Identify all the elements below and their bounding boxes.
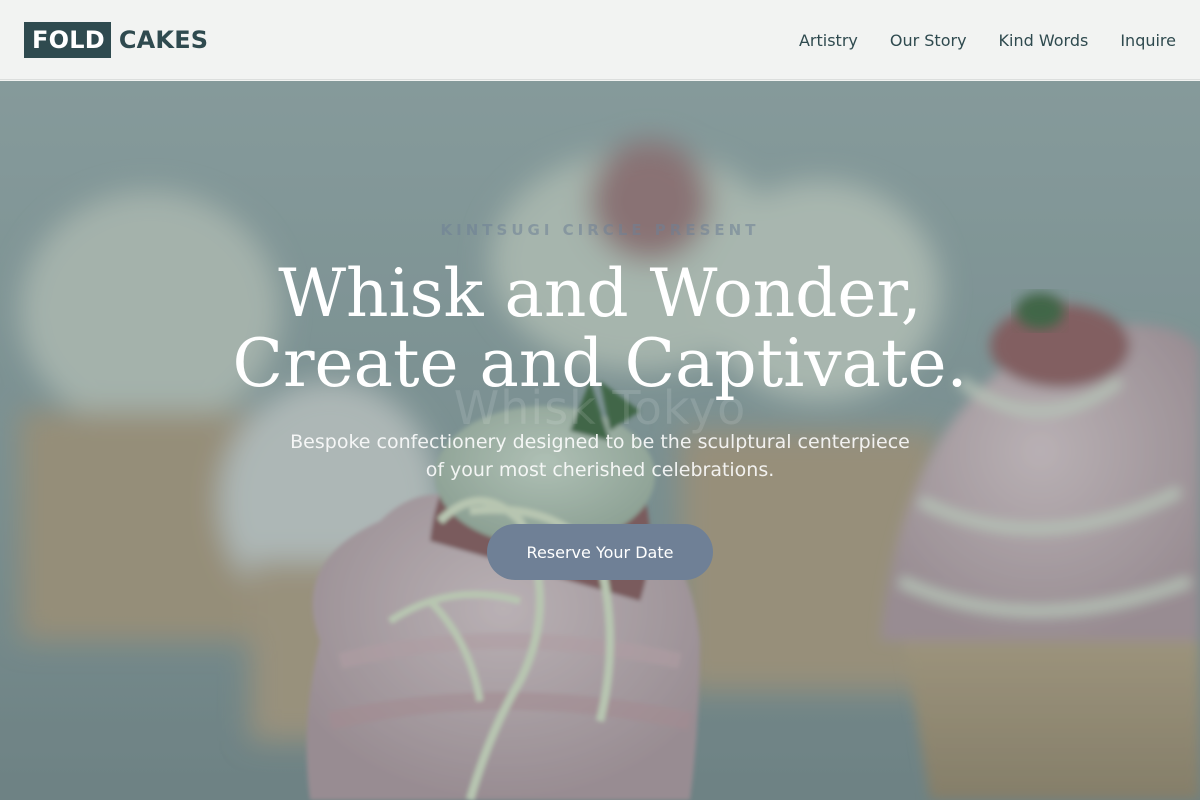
reserve-date-button[interactable]: Reserve Your Date <box>487 524 713 580</box>
main-nav: Artistry Our Story Kind Words Inquire <box>799 0 1176 80</box>
hero-subhead-line-2: of your most cherished celebrations. <box>425 459 775 481</box>
hero-content: KINTSUGI CIRCLE PRESENT Whisk Tokyo Whis… <box>0 81 1200 800</box>
hero-headline-line-1: Whisk and Wonder, <box>278 255 922 332</box>
logo-text: CAKES <box>118 26 209 54</box>
hero-subhead: Bespoke confectionery designed to be the… <box>250 428 950 484</box>
site-header: FOLD CAKES Artistry Our Story Kind Words… <box>0 0 1200 80</box>
nav-link-our-story[interactable]: Our Story <box>890 31 967 50</box>
nav-link-inquire[interactable]: Inquire <box>1120 31 1176 50</box>
hero-section: KINTSUGI CIRCLE PRESENT Whisk Tokyo Whis… <box>0 81 1200 800</box>
hero-headline: Whisk and Wonder, Create and Captivate. <box>0 259 1200 399</box>
hero-eyebrow: KINTSUGI CIRCLE PRESENT <box>440 221 760 239</box>
site-logo[interactable]: FOLD CAKES <box>24 22 208 58</box>
hero-subhead-line-1: Bespoke confectionery designed to be the… <box>290 431 910 453</box>
logo-box: FOLD <box>24 22 111 58</box>
nav-link-kind-words[interactable]: Kind Words <box>999 31 1089 50</box>
nav-link-artistry[interactable]: Artistry <box>799 31 858 50</box>
hero-headline-line-2: Create and Captivate. <box>232 325 968 402</box>
